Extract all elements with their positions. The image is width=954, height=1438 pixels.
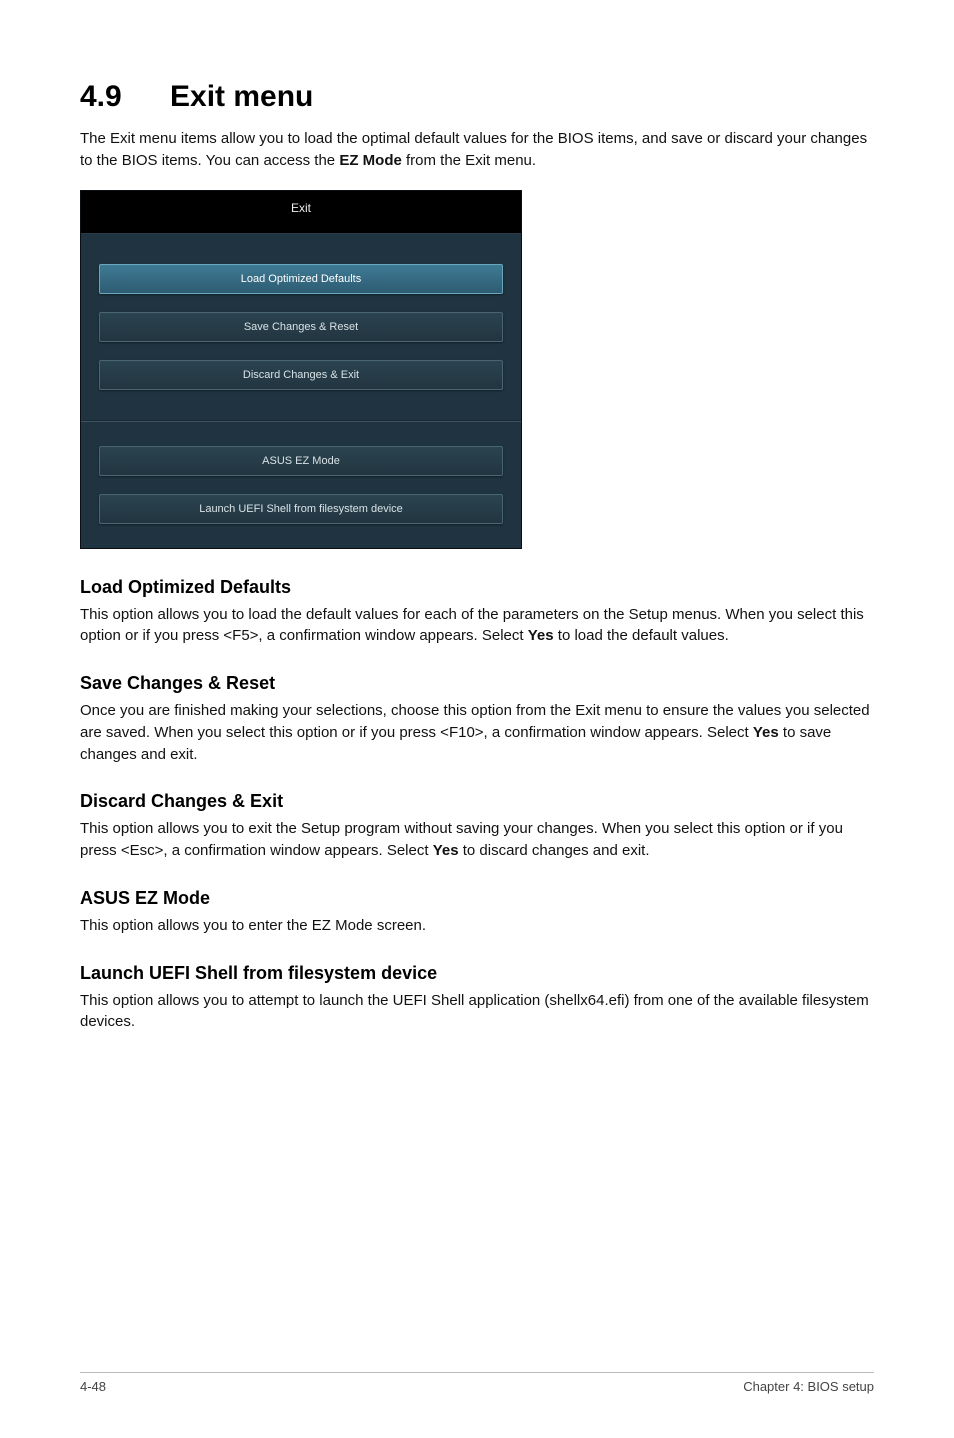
load-bold: Yes [528, 627, 554, 644]
intro-bold: EZ Mode [339, 152, 402, 169]
discard-bold: Yes [433, 842, 459, 859]
para-discard-exit: This option allows you to exit the Setup… [80, 818, 874, 862]
para-load-defaults: This option allows you to load the defau… [80, 604, 874, 648]
heading-uefi-shell: Launch UEFI Shell from filesystem device [80, 963, 874, 984]
menu-item-uefi-shell[interactable]: Launch UEFI Shell from filesystem device [99, 494, 503, 524]
load-text-2: to load the default values. [554, 627, 729, 644]
save-bold: Yes [753, 724, 779, 741]
discard-text-2: to discard changes and exit. [459, 842, 650, 859]
exit-menu-body: Load Optimized Defaults Save Changes & R… [81, 234, 521, 548]
intro-paragraph: The Exit menu items allow you to load th… [80, 128, 874, 172]
heading-ez-mode: ASUS EZ Mode [80, 888, 874, 909]
menu-item-discard-exit[interactable]: Discard Changes & Exit [99, 360, 503, 390]
page-footer: 4-48 Chapter 4: BIOS setup [80, 1372, 874, 1394]
para-ez-mode: This option allows you to enter the EZ M… [80, 915, 874, 937]
section-title: Exit menu [170, 80, 313, 113]
footer-page-number: 4-48 [80, 1379, 106, 1394]
save-text-1: Once you are finished making your select… [80, 702, 870, 741]
footer-chapter: Chapter 4: BIOS setup [743, 1379, 874, 1394]
exit-menu-screenshot: Exit Load Optimized Defaults Save Change… [80, 190, 522, 549]
menu-group-2: ASUS EZ Mode Launch UEFI Shell from file… [99, 422, 503, 524]
para-uefi-shell: This option allows you to attempt to lau… [80, 990, 874, 1034]
intro-text-2: from the Exit menu. [402, 152, 536, 169]
heading-load-defaults: Load Optimized Defaults [80, 577, 874, 598]
section-number: 4.9 [80, 80, 170, 114]
menu-item-ez-mode[interactable]: ASUS EZ Mode [99, 446, 503, 476]
heading-save-reset: Save Changes & Reset [80, 673, 874, 694]
menu-item-load-defaults[interactable]: Load Optimized Defaults [99, 264, 503, 294]
menu-item-save-reset[interactable]: Save Changes & Reset [99, 312, 503, 342]
exit-menu-header: Exit [81, 191, 521, 234]
load-text-1: This option allows you to load the defau… [80, 606, 864, 645]
page-heading: 4.9Exit menu [80, 80, 874, 114]
para-save-reset: Once you are finished making your select… [80, 700, 874, 765]
heading-discard-exit: Discard Changes & Exit [80, 791, 874, 812]
